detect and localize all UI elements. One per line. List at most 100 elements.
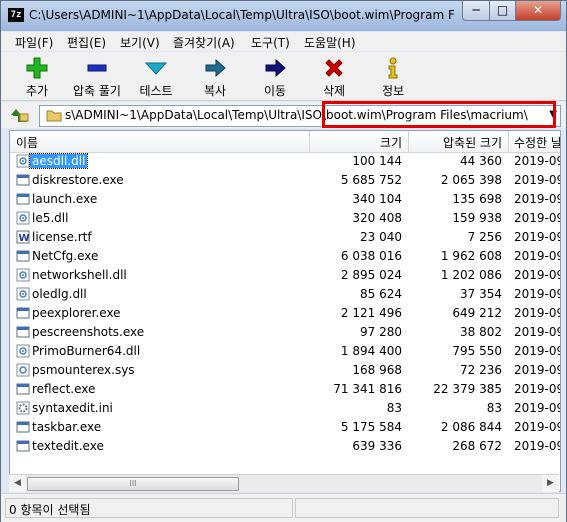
scroll-right-arrow[interactable]: ▶ <box>542 475 559 492</box>
column-modified[interactable]: 수정한 날 <box>514 134 560 151</box>
file-row[interactable]: NetCfg.exe 6 038 016 1 962 608 2019-09 <box>10 247 560 266</box>
file-packed-size: 2 065 398 <box>440 173 502 187</box>
column-packed-size[interactable]: 압축된 크기 <box>443 134 502 151</box>
file-size: 100 144 <box>352 154 402 168</box>
file-row[interactable]: diskrestore.exe 5 685 752 2 065 398 2019-09 <box>10 171 560 190</box>
file-name[interactable]: le5.dll <box>32 211 68 225</box>
up-folder-icon[interactable] <box>11 107 29 123</box>
file-size: 23 040 <box>360 230 402 244</box>
info-icon <box>388 57 398 79</box>
file-name[interactable]: PrimoBurner64.dll <box>32 344 140 358</box>
file-modified: 2019-09 <box>514 306 561 320</box>
file-name[interactable]: psmounterex.sys <box>32 363 135 377</box>
file-row[interactable]: le5.dll 320 408 159 938 2019-09 <box>10 209 560 228</box>
file-modified: 2019-09 <box>514 420 561 434</box>
exe-file-icon <box>16 420 30 434</box>
file-row[interactable]: peexplorer.exe 2 121 496 649 212 2019-09 <box>10 304 560 323</box>
column-size[interactable]: 크기 <box>380 134 402 151</box>
menu-tools[interactable]: 도구(T) <box>251 34 290 51</box>
file-row[interactable]: syntaxedit.ini 83 83 2019-09 <box>10 399 560 418</box>
menu-help[interactable]: 도움말(H) <box>304 34 356 51</box>
file-row[interactable]: PrimoBurner64.dll 1 894 400 795 550 2019-09 <box>10 342 560 361</box>
file-name[interactable]: networkshell.dll <box>32 268 127 282</box>
file-size: 2 121 496 <box>340 306 402 320</box>
file-row[interactable]: oledlg.dll 85 624 37 354 2019-09 <box>10 285 560 304</box>
exe-file-icon <box>16 249 30 263</box>
file-name[interactable]: pescreenshots.exe <box>32 325 144 339</box>
file-size: 1 894 400 <box>340 344 402 358</box>
file-modified: 2019-09 <box>514 268 561 282</box>
column-name[interactable]: 이름 <box>16 134 38 151</box>
file-name[interactable]: reflect.exe <box>32 382 95 396</box>
file-row[interactable]: reflect.exe 71 341 816 22 379 385 2019-09 <box>10 380 560 399</box>
exe-file-icon <box>16 192 30 206</box>
menu-edit[interactable]: 편집(E) <box>67 34 106 51</box>
menu-bar: 파일(F) 편집(E) 보기(V) 즐겨찾기(A) 도구(T) 도움말(H) <box>1 32 566 51</box>
file-name[interactable]: syntaxedit.ini <box>32 401 113 415</box>
file-name[interactable]: diskrestore.exe <box>32 173 124 187</box>
folder-icon <box>46 110 62 122</box>
delete-button[interactable]: 삭제 <box>306 54 362 98</box>
column-divider <box>309 131 310 152</box>
file-name[interactable]: taskbar.exe <box>32 420 101 434</box>
file-row[interactable]: launch.exe 340 104 135 698 2019-09 <box>10 190 560 209</box>
title-bar[interactable]: 7z C:\Users\ADMINI~1\AppData\Local\Temp\… <box>1 1 566 31</box>
extract-button[interactable]: 압축 풀기 <box>69 54 125 98</box>
move-button[interactable]: 이동 <box>247 54 303 98</box>
copy-button[interactable]: 복사 <box>187 54 243 98</box>
delete-x-icon <box>325 59 343 77</box>
test-label: 테스트 <box>139 84 173 98</box>
minimize-button[interactable]: ─ <box>462 1 490 21</box>
file-name[interactable]: oledlg.dll <box>32 287 87 301</box>
file-row[interactable]: aesdll.dll 100 144 44 360 2019-09 <box>10 152 560 171</box>
file-name[interactable]: textedit.exe <box>32 439 104 453</box>
file-packed-size: 2 086 844 <box>440 420 502 434</box>
file-size: 639 336 <box>352 439 402 453</box>
file-modified: 2019-09 <box>514 154 561 168</box>
plus-icon <box>26 57 48 79</box>
status-bar: 0 항목이 선택됨 <box>1 493 566 522</box>
test-button[interactable]: 테스트 <box>128 54 184 98</box>
file-packed-size: 22 379 385 <box>433 382 502 396</box>
dll-file-icon <box>16 344 30 358</box>
list-header: 이름 크기 압축된 크기 수정한 날 <box>10 131 560 153</box>
file-list[interactable]: 이름 크기 압축된 크기 수정한 날 aesdll.dll 100 144 44 3… <box>9 130 561 492</box>
file-row[interactable]: taskbar.exe 5 175 584 2 086 844 2019-09 <box>10 418 560 437</box>
file-packed-size: 72 236 <box>460 363 502 377</box>
sys-file-icon <box>16 363 30 377</box>
file-row[interactable]: pescreenshots.exe 97 280 38 802 2019-09 <box>10 323 560 342</box>
column-divider <box>508 131 509 152</box>
scroll-left-arrow[interactable]: ◀ <box>9 475 26 492</box>
info-button[interactable]: 정보 <box>365 54 421 98</box>
file-row[interactable]: textedit.exe 639 336 268 672 2019-09 <box>10 437 560 456</box>
file-size: 320 408 <box>352 211 402 225</box>
maximize-button[interactable]: □ <box>489 1 516 21</box>
horizontal-scrollbar[interactable]: ◀ III ▶ <box>9 474 559 492</box>
info-label: 정보 <box>381 84 405 98</box>
file-name[interactable]: license.rtf <box>32 230 92 244</box>
file-name[interactable]: peexplorer.exe <box>32 306 121 320</box>
file-name[interactable]: aesdll.dll <box>28 153 89 169</box>
exe-file-icon <box>16 173 30 187</box>
file-modified: 2019-09 <box>514 325 561 339</box>
scroll-thumb[interactable]: III <box>27 477 239 491</box>
file-name[interactable]: NetCfg.exe <box>32 249 98 263</box>
add-button[interactable]: 추가 <box>9 54 65 98</box>
file-row[interactable]: psmounterex.sys 168 968 72 236 2019-09 <box>10 361 560 380</box>
delete-label: 삭제 <box>322 84 346 98</box>
close-button[interactable]: ✕ <box>515 1 561 21</box>
menu-view[interactable]: 보기(V) <box>120 34 160 51</box>
file-packed-size: 268 672 <box>452 439 502 453</box>
menu-file[interactable]: 파일(F) <box>15 34 53 51</box>
file-modified: 2019-09 <box>514 439 561 453</box>
file-packed-size: 44 360 <box>460 154 502 168</box>
file-name[interactable]: launch.exe <box>32 192 97 206</box>
file-size: 168 968 <box>352 363 402 377</box>
move-label: 이동 <box>263 84 287 98</box>
file-size: 5 685 752 <box>340 173 402 187</box>
menu-favorites[interactable]: 즐겨찾기(A) <box>173 34 235 51</box>
file-row[interactable]: networkshell.dll 2 895 024 1 202 086 2019-0… <box>10 266 560 285</box>
file-row[interactable]: Wlicense.rtf 23 040 7 256 2019-09 <box>10 228 560 247</box>
file-packed-size: 1 962 608 <box>440 249 502 263</box>
app-window: 7z C:\Users\ADMINI~1\AppData\Local\Temp\… <box>0 0 567 522</box>
